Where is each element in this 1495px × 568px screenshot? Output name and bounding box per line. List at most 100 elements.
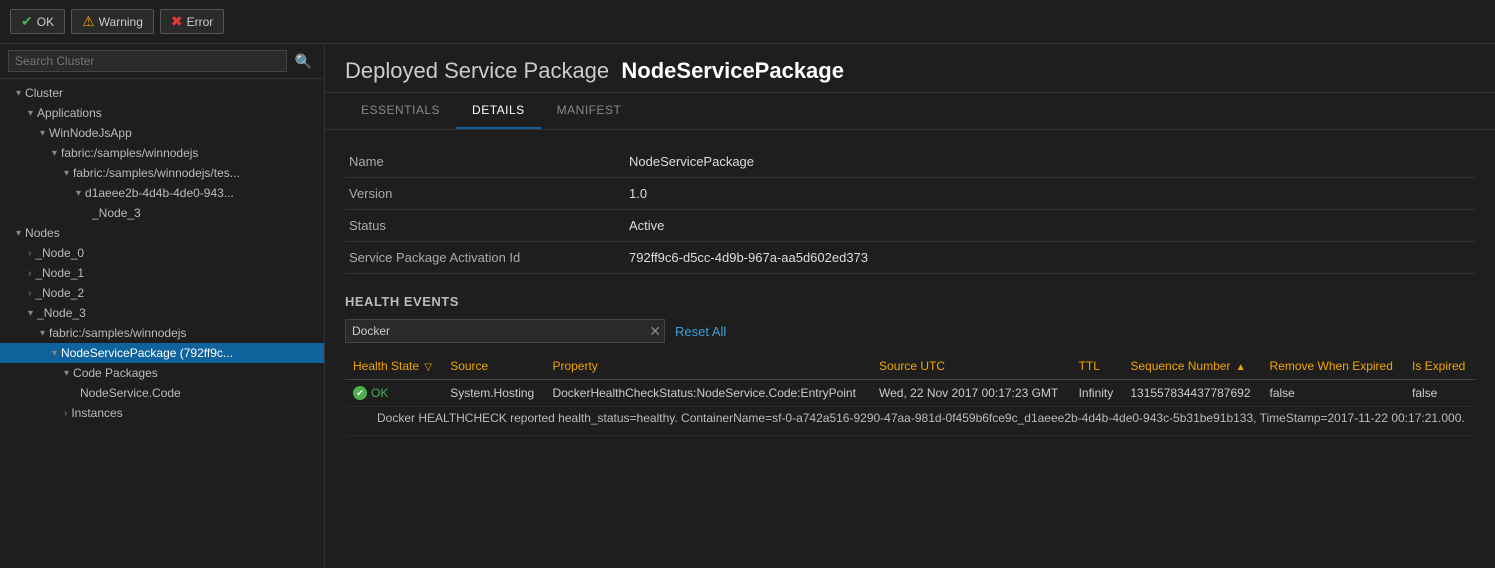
main-layout: 🔍 ▾ Cluster ▾ Applications ▾ WinNodeJsAp…	[0, 44, 1495, 568]
tree-item-applications[interactable]: ▾ Applications	[0, 103, 324, 123]
is-expired-cell: false	[1404, 380, 1475, 407]
chevron-icon: ▾	[28, 308, 33, 319]
tree-item-label: Nodes	[25, 226, 60, 240]
name-value: NodeServicePackage	[625, 146, 1475, 178]
search-input[interactable]	[8, 50, 287, 72]
details-panel: Name NodeServicePackage Version 1.0 Stat…	[325, 130, 1495, 568]
tree-item-node3-fabric[interactable]: ▾ fabric:/samples/winnodejs	[0, 323, 324, 343]
tree-item-label: fabric:/samples/winnodejs	[49, 326, 186, 340]
col-source-utc: Source UTC	[871, 353, 1071, 380]
error-icon: ✖	[171, 13, 183, 30]
health-ok-icon: ✔	[353, 386, 367, 400]
page-title-name: NodeServicePackage	[621, 58, 844, 83]
detail-table: Name NodeServicePackage Version 1.0 Stat…	[345, 146, 1475, 274]
ok-icon: ✔	[21, 13, 33, 30]
tree-item-nodeServiceCode[interactable]: NodeService.Code	[0, 383, 324, 403]
tree-item-label: Applications	[37, 106, 102, 120]
page-title-prefix: Deployed Service Package	[345, 58, 609, 83]
chevron-icon: ›	[28, 268, 31, 279]
tree-item-d1aeee2b[interactable]: ▾ d1aeee2b-4d4b-4de0-943...	[0, 183, 324, 203]
tree-item-node1[interactable]: › _Node_1	[0, 263, 324, 283]
health-state-ok: ✔ OK	[353, 386, 434, 400]
tree-item-label: _Node_0	[35, 246, 84, 260]
ok-button[interactable]: ✔ OK	[10, 9, 65, 34]
tree-item-nodeServicePackage[interactable]: ▾ NodeServicePackage (792ff9c...	[0, 343, 324, 363]
ok-label: OK	[37, 15, 54, 29]
tree-item-label: fabric:/samples/winnodejs/tes...	[73, 166, 240, 180]
tree-item-node0[interactable]: › _Node_0	[0, 243, 324, 263]
chevron-icon: ▾	[64, 168, 69, 179]
detail-row-version: Version 1.0	[345, 178, 1475, 210]
chevron-icon: ▾	[52, 148, 57, 159]
tree-item-label: NodeServicePackage (792ff9c...	[61, 346, 233, 360]
tree-item-label: _Node_3	[92, 206, 141, 220]
remove-when-expired-cell: false	[1262, 380, 1404, 407]
page-title: Deployed Service Package NodeServicePack…	[345, 58, 1475, 84]
description-cell: Docker HEALTHCHECK reported health_statu…	[345, 407, 1475, 436]
warning-icon: ⚠	[82, 13, 95, 30]
property-cell: DockerHealthCheckStatus:NodeService.Code…	[544, 380, 871, 407]
tree-item-label: WinNodeJsApp	[49, 126, 132, 140]
tree-item-nodes[interactable]: ▾ Nodes	[0, 223, 324, 243]
tree-item-label: Instances	[71, 406, 122, 420]
col-source: Source	[442, 353, 544, 380]
tree: ▾ Cluster ▾ Applications ▾ WinNodeJsApp …	[0, 79, 324, 568]
reset-all-button[interactable]: Reset All	[675, 324, 726, 339]
tree-item-instances[interactable]: › Instances	[0, 403, 324, 423]
sort-icon: ▽	[424, 362, 432, 373]
chevron-icon: ▾	[16, 228, 21, 239]
chevron-icon: ›	[28, 288, 31, 299]
filter-clear-button[interactable]: ✕	[649, 324, 661, 338]
tab-essentials[interactable]: ESSENTIALS	[345, 93, 456, 129]
col-remove-when-expired: Remove When Expired	[1262, 353, 1404, 380]
tree-item-winNodeJsApp[interactable]: ▾ WinNodeJsApp	[0, 123, 324, 143]
tree-item-node3-replica[interactable]: _Node_3	[0, 203, 324, 223]
chevron-icon: ▾	[40, 328, 45, 339]
col-property: Property	[544, 353, 871, 380]
detail-row-status: Status Active	[345, 210, 1475, 242]
tree-item-label: _Node_1	[35, 266, 84, 280]
activation-id-label: Service Package Activation Id	[345, 242, 625, 274]
tree-item-fabric-samples-winnodejs[interactable]: ▾ fabric:/samples/winnodejs	[0, 143, 324, 163]
activation-id-value: 792ff9c6-d5cc-4d9b-967a-aa5d602ed373	[625, 242, 1475, 274]
tree-item-label: Cluster	[25, 86, 63, 100]
sidebar: 🔍 ▾ Cluster ▾ Applications ▾ WinNodeJsAp…	[0, 44, 325, 568]
col-sequence-number: Sequence Number ▲	[1122, 353, 1261, 380]
health-state-label: OK	[371, 386, 388, 400]
table-row: ✔ OK System.Hosting DockerHealthCheckSta…	[345, 380, 1475, 407]
version-label: Version	[345, 178, 625, 210]
tree-item-node3[interactable]: ▾ _Node_3	[0, 303, 324, 323]
health-table-header-row: Health State ▽ Source Property Source UT…	[345, 353, 1475, 380]
tree-item-label: NodeService.Code	[80, 386, 181, 400]
filter-input-wrapper: ✕	[345, 319, 665, 343]
status-value: Active	[625, 210, 1475, 242]
description-row: Docker HEALTHCHECK reported health_statu…	[345, 407, 1475, 436]
ttl-cell: Infinity	[1071, 380, 1123, 407]
col-health-state: Health State ▽	[345, 353, 442, 380]
detail-row-activation-id: Service Package Activation Id 792ff9c6-d…	[345, 242, 1475, 274]
content-header: Deployed Service Package NodeServicePack…	[325, 44, 1495, 93]
tabs-bar: ESSENTIALSDETAILSMANIFEST	[325, 93, 1495, 130]
tree-item-node2[interactable]: › _Node_2	[0, 283, 324, 303]
tree-item-codePackages[interactable]: ▾ Code Packages	[0, 363, 324, 383]
search-box: 🔍	[0, 44, 324, 79]
chevron-icon: ▾	[52, 348, 57, 359]
source-cell: System.Hosting	[442, 380, 544, 407]
filter-input[interactable]	[345, 319, 665, 343]
search-icon-button[interactable]: 🔍	[291, 51, 316, 72]
warning-button[interactable]: ⚠ Warning	[71, 9, 154, 34]
tab-manifest[interactable]: MANIFEST	[541, 93, 638, 129]
filter-row: ✕ Reset All	[345, 319, 1475, 343]
error-button[interactable]: ✖ Error	[160, 9, 224, 34]
tab-details[interactable]: DETAILS	[456, 93, 541, 129]
tree-item-fabric-samples-winnodejs-tes[interactable]: ▾ fabric:/samples/winnodejs/tes...	[0, 163, 324, 183]
error-label: Error	[187, 15, 214, 29]
tree-item-cluster[interactable]: ▾ Cluster	[0, 83, 324, 103]
chevron-icon: ▾	[16, 88, 21, 99]
chevron-icon: ▾	[28, 108, 33, 119]
name-label: Name	[345, 146, 625, 178]
chevron-icon: ▾	[76, 188, 81, 199]
status-label: Status	[345, 210, 625, 242]
chevron-icon: ›	[28, 248, 31, 259]
chevron-icon: ›	[64, 408, 67, 419]
